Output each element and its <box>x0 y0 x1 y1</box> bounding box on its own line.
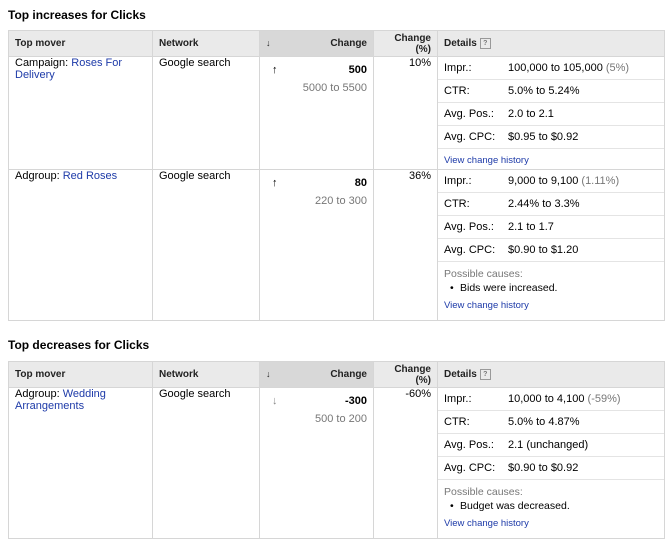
detail-row: Avg. CPC: $0.90 to $0.92 <box>438 457 664 480</box>
mover-cell: Campaign: Roses For Delivery <box>8 56 153 170</box>
sort-down-arrow-icon: ↓ <box>266 369 271 379</box>
col-change-pct[interactable]: Change (%) <box>373 361 438 388</box>
detail-row: Impr.: 100,000 to 105,000 (5%) <box>438 57 664 80</box>
change-pct-cell: 10% <box>373 56 438 170</box>
details-cell: Impr.: 9,000 to 9,100 (1.11%) CTR: 2.44% t… <box>437 169 665 321</box>
detail-row: Avg. CPC: $0.95 to $0.92 <box>438 126 664 149</box>
col-top-mover[interactable]: Top mover <box>8 30 153 57</box>
arrow-down-icon: ↓ <box>272 395 278 407</box>
cause-item: Budget was decreased. <box>450 500 658 512</box>
network-cell: Google search <box>152 169 260 321</box>
change-value: 80 <box>354 177 367 189</box>
col-change-pct[interactable]: Change (%) <box>373 30 438 57</box>
col-top-mover[interactable]: Top mover <box>8 361 153 388</box>
network-cell: Google search <box>152 56 260 170</box>
section-title: Top increases for Clicks <box>8 8 146 22</box>
change-range: 5000 to 5500 <box>302 82 367 94</box>
table-row: Adgroup: Wedding Arrangements Google sea… <box>8 387 665 539</box>
detail-row: CTR: 5.0% to 5.24% <box>438 80 664 103</box>
change-cell: ↑ 500 5000 to 5500 <box>259 56 374 170</box>
increases-table: Top mover Network ↓ Change Change (%) Det… <box>8 30 665 321</box>
change-value: 500 <box>348 64 367 76</box>
help-icon[interactable]: ? <box>479 368 491 380</box>
mover-link[interactable]: Red Roses <box>63 170 117 182</box>
col-change[interactable]: ↓ Change <box>259 30 374 57</box>
change-range: 220 to 300 <box>315 195 367 207</box>
table-row: Campaign: Roses For Delivery Google sear… <box>8 56 665 170</box>
change-cell: ↓ -300 500 to 200 <box>259 387 374 539</box>
detail-row: Avg. Pos.: 2.0 to 2.1 <box>438 103 664 126</box>
col-network[interactable]: Network <box>152 30 260 57</box>
arrow-up-icon: ↑ <box>272 64 278 76</box>
table-row: Adgroup: Red Roses Google search ↑ 80 220 … <box>8 169 665 321</box>
col-details[interactable]: Details? <box>437 30 665 57</box>
mover-cell: Adgroup: Red Roses <box>8 169 153 321</box>
detail-row: Avg. Pos.: 2.1 to 1.7 <box>438 216 664 239</box>
network-cell: Google search <box>152 387 260 539</box>
view-change-history-link[interactable]: View change history <box>438 512 664 529</box>
change-pct-cell: -60% <box>373 387 438 539</box>
change-cell: ↑ 80 220 to 300 <box>259 169 374 321</box>
table-header-row: Top mover Network ↓ Change Change (%) Det… <box>8 361 665 388</box>
detail-row: Avg. Pos.: 2.1 (unchanged) <box>438 434 664 457</box>
change-range: 500 to 200 <box>315 413 367 425</box>
detail-row: Avg. CPC: $0.90 to $1.20 <box>438 239 664 262</box>
details-cell: Impr.: 10,000 to 4,100 (-59%) CTR: 5.0% to… <box>437 387 665 539</box>
detail-row: CTR: 5.0% to 4.87% <box>438 411 664 434</box>
cause-item: Bids were increased. <box>450 282 658 294</box>
details-cell: Impr.: 100,000 to 105,000 (5%) CTR: 5.0% t… <box>437 56 665 170</box>
col-network[interactable]: Network <box>152 361 260 388</box>
possible-causes: Possible causes:Budget was decreased. <box>438 480 664 512</box>
view-change-history-link[interactable]: View change history <box>438 149 664 166</box>
section-title: Top decreases for Clicks <box>8 338 150 352</box>
possible-causes: Possible causes:Bids were increased. <box>438 262 664 294</box>
view-change-history-link[interactable]: View change history <box>438 294 664 311</box>
change-pct-cell: 36% <box>373 169 438 321</box>
detail-row: CTR: 2.44% to 3.3% <box>438 193 664 216</box>
mover-cell: Adgroup: Wedding Arrangements <box>8 387 153 539</box>
detail-row: Impr.: 9,000 to 9,100 (1.11%) <box>438 170 664 193</box>
col-change[interactable]: ↓ Change <box>259 361 374 388</box>
detail-row: Impr.: 10,000 to 4,100 (-59%) <box>438 388 664 411</box>
col-details[interactable]: Details? <box>437 361 665 388</box>
help-icon[interactable]: ? <box>479 37 491 49</box>
change-value: -300 <box>344 395 367 407</box>
arrow-up-icon: ↑ <box>272 177 278 189</box>
sort-down-arrow-icon: ↓ <box>266 38 271 48</box>
decreases-table: Top mover Network ↓ Change Change (%) Det… <box>8 361 665 539</box>
table-header-row: Top mover Network ↓ Change Change (%) Det… <box>8 30 665 57</box>
